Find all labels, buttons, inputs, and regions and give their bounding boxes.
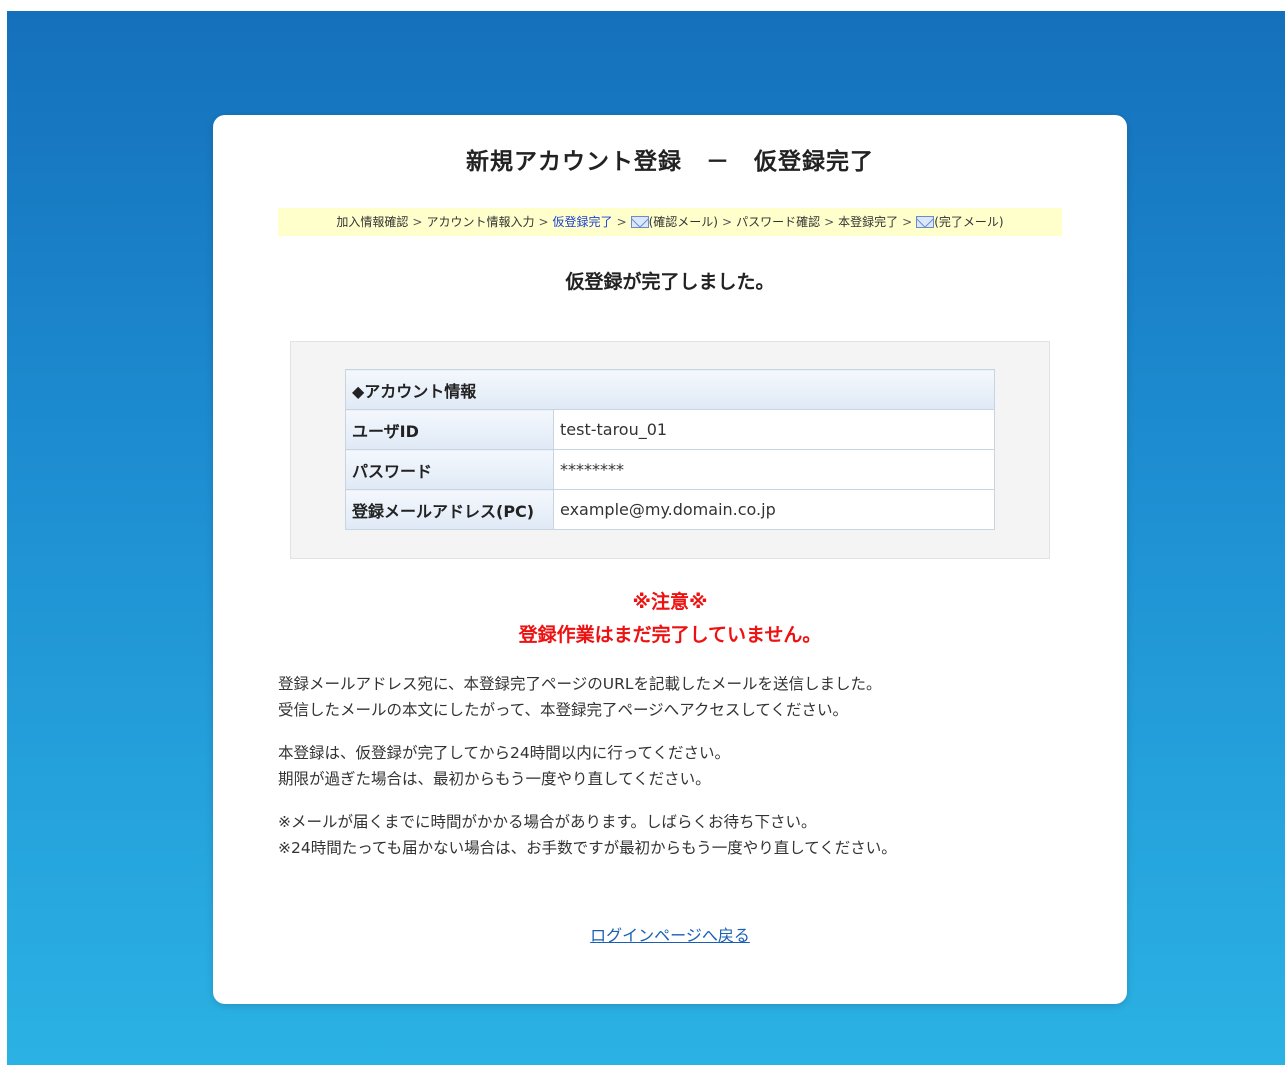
paragraph-line: 本登録は、仮登録が完了してから24時間以内に行ってください。 bbox=[278, 744, 731, 762]
back-to-login-link[interactable]: ログインページへ戻る bbox=[590, 926, 750, 945]
account-info-header: ◆アカウント情報 bbox=[345, 369, 995, 410]
paragraph-line: 受信したメールの本文にしたがって、本登録完了ページへアクセスしてください。 bbox=[278, 701, 848, 719]
password-label: パスワード bbox=[345, 449, 554, 490]
email-value: example@my.domain.co.jp bbox=[553, 489, 995, 530]
main-card: 新規アカウント登録 － 仮登録完了 加入情報確認 > アカウント情報入力 > 仮登録完了… bbox=[213, 115, 1127, 1004]
step-separator: > bbox=[412, 215, 423, 229]
step-separator: > bbox=[902, 215, 913, 229]
deadline-paragraph: 本登録は、仮登録が完了してから24時間以内に行ってください。 期限が過ぎた場合は… bbox=[278, 740, 1098, 792]
step-registration-complete: 本登録完了 bbox=[838, 215, 899, 229]
step-complete-mail: (完了メール) bbox=[934, 215, 1004, 229]
account-info-panel: ◆アカウント情報 ユーザID test-tarou_01 パスワード *****… bbox=[290, 341, 1050, 559]
password-value: ******** bbox=[553, 449, 995, 490]
envelope-icon bbox=[630, 216, 649, 228]
user-id-label: ユーザID bbox=[345, 409, 554, 450]
table-row: ユーザID test-tarou_01 bbox=[345, 409, 995, 450]
table-header-row: ◆アカウント情報 bbox=[345, 369, 995, 410]
paragraph-line: ※24時間たっても届かない場合は、お手数ですが最初からもう一度やり直してください… bbox=[278, 839, 897, 857]
paragraph-line: 期限が過ぎた場合は、最初からもう一度やり直してください。 bbox=[278, 770, 711, 788]
notice-message: 登録作業はまだ完了していません。 bbox=[518, 624, 822, 646]
user-id-value: test-tarou_01 bbox=[553, 409, 995, 450]
step-account-input: アカウント情報入力 bbox=[426, 215, 535, 229]
step-provisional-complete: 仮登録完了 bbox=[552, 215, 613, 229]
email-label: 登録メールアドレス(PC) bbox=[345, 489, 554, 530]
step-password-confirm: パスワード確認 bbox=[736, 215, 821, 229]
paragraph-line: ※メールが届くまでに時間がかかる場合があります。しばらくお待ち下さい。 bbox=[278, 813, 817, 831]
step-separator: > bbox=[538, 215, 549, 229]
notice-title: ※注意※ bbox=[632, 591, 708, 613]
status-heading: 仮登録が完了しました。 bbox=[565, 271, 775, 293]
step-separator: > bbox=[824, 215, 835, 229]
mail-sent-paragraph: 登録メールアドレス宛に、本登録完了ページのURLを記載したメールを送信しました。… bbox=[278, 671, 1098, 723]
page-title: 新規アカウント登録 － 仮登録完了 bbox=[466, 149, 874, 175]
step-separator: > bbox=[722, 215, 733, 229]
envelope-icon bbox=[916, 216, 935, 228]
step-separator: > bbox=[616, 215, 627, 229]
paragraph-line: 登録メールアドレス宛に、本登録完了ページのURLを記載したメールを送信しました。 bbox=[278, 675, 882, 693]
step-confirm-info: 加入情報確認 bbox=[336, 215, 409, 229]
table-row: 登録メールアドレス(PC) example@my.domain.co.jp bbox=[345, 489, 995, 530]
note-paragraph: ※メールが届くまでに時間がかかる場合があります。しばらくお待ち下さい。 ※24時… bbox=[278, 809, 1098, 861]
back-link-container: ログインページへ戻る bbox=[213, 922, 1127, 946]
table-row: パスワード ******** bbox=[345, 449, 995, 490]
step-confirm-mail: (確認メール) bbox=[648, 215, 718, 229]
progress-steps: 加入情報確認 > アカウント情報入力 > 仮登録完了 > (確認メール) > パスワード確認 > 本… bbox=[278, 208, 1062, 236]
account-info-table: ◆アカウント情報 ユーザID test-tarou_01 パスワード *****… bbox=[345, 369, 995, 530]
